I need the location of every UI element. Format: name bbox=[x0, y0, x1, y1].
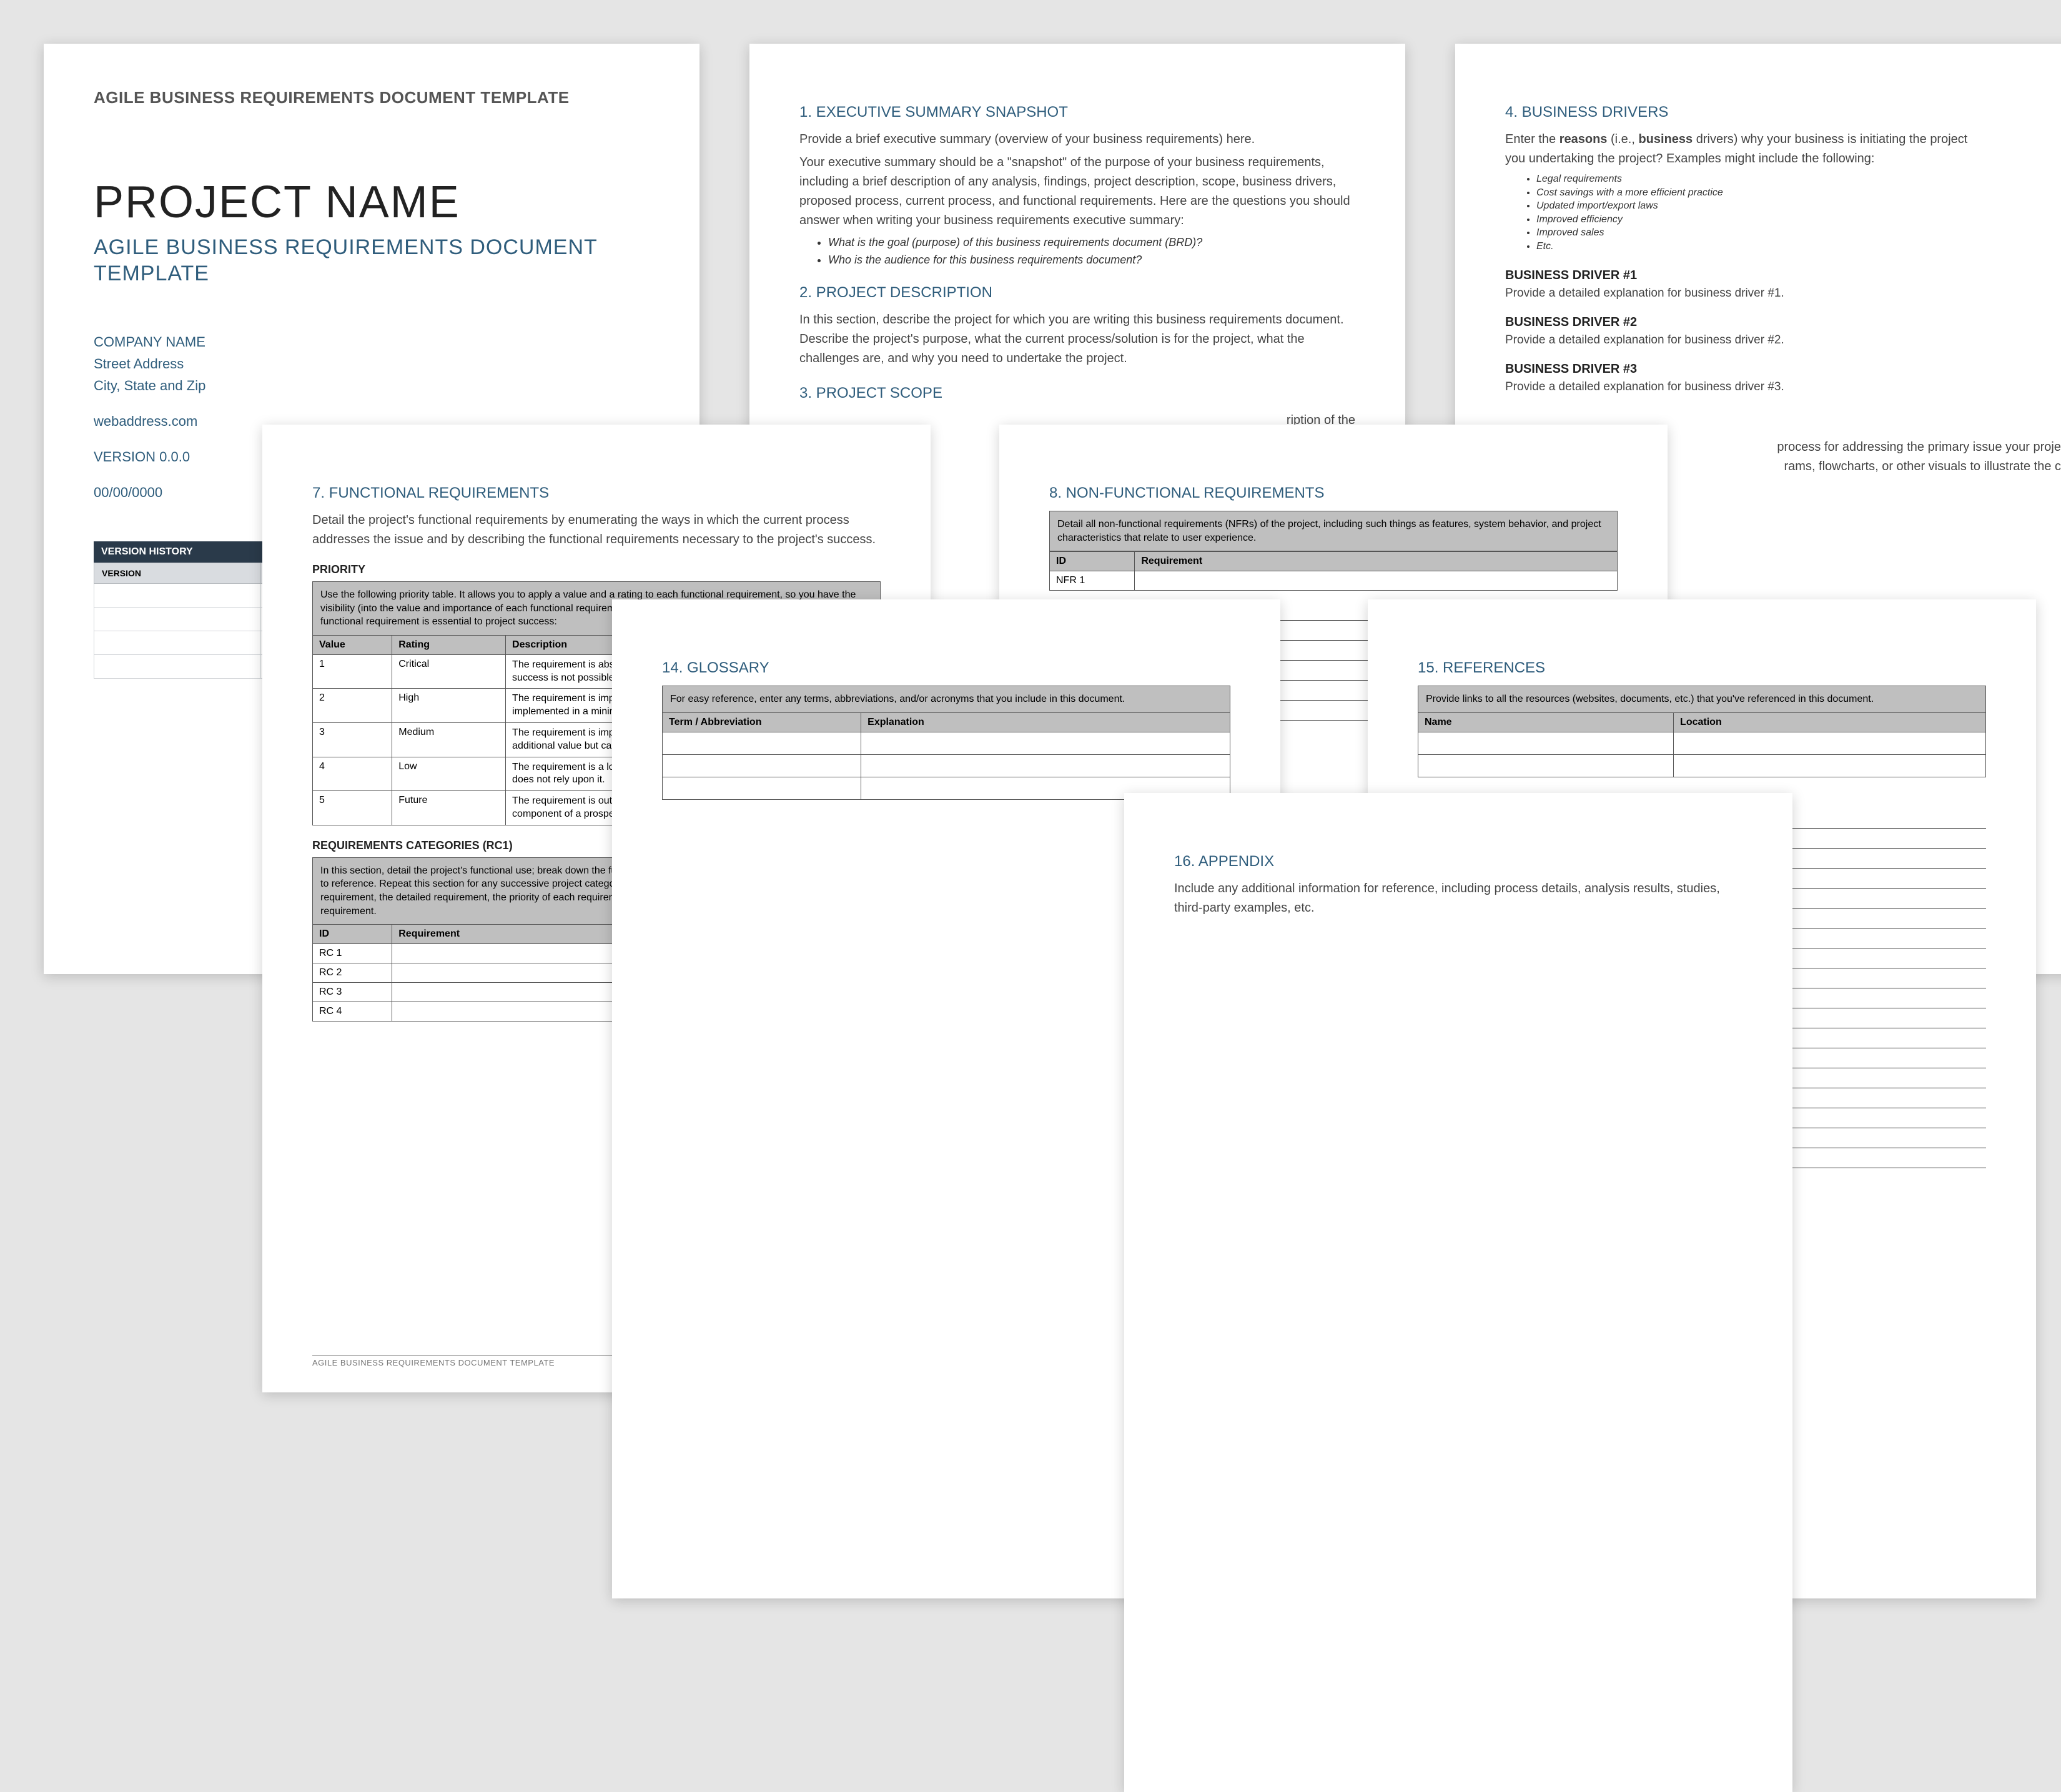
instruction-box: Detail all non-functional requirements (… bbox=[1049, 511, 1618, 551]
th-term: Term / Abbreviation bbox=[663, 712, 861, 732]
body-text: Provide a brief executive summary (overv… bbox=[799, 130, 1355, 149]
subsection-heading: PRIORITY bbox=[312, 563, 881, 576]
section-heading: 2. PROJECT DESCRIPTION bbox=[799, 284, 1355, 302]
list-item: Legal requirements bbox=[1536, 172, 2061, 186]
section-heading: 1. EXECUTIVE SUMMARY SNAPSHOT bbox=[799, 104, 1355, 121]
th-version: VERSION bbox=[94, 563, 261, 583]
th-requirement: Requirement bbox=[1135, 552, 1618, 571]
list-item: Etc. bbox=[1536, 240, 2061, 254]
list-item: What is the goal (purpose) of this busin… bbox=[828, 234, 1355, 250]
th-id: ID bbox=[1050, 552, 1135, 571]
body-text: In this section, describe the project fo… bbox=[799, 310, 1355, 368]
driver-heading: BUSINESS DRIVER #2 bbox=[1505, 315, 2061, 330]
table-row bbox=[663, 754, 1230, 777]
body-text: Your executive summary should be a "snap… bbox=[799, 153, 1355, 230]
nfr-table: IDRequirement NFR 1 bbox=[1049, 551, 1618, 591]
project-title: PROJECT NAME bbox=[94, 177, 650, 228]
driver-text: Provide a detailed explanation for busin… bbox=[1505, 333, 2061, 347]
th-name: Name bbox=[1418, 712, 1674, 732]
th-explanation: Explanation bbox=[861, 712, 1230, 732]
references-table: NameLocation bbox=[1418, 712, 1986, 777]
company-name: COMPANY NAME bbox=[94, 331, 650, 353]
body-text: Include any additional information for r… bbox=[1174, 879, 1742, 918]
city-state-zip: City, State and Zip bbox=[94, 375, 650, 396]
section-heading: 16. APPENDIX bbox=[1174, 853, 1742, 870]
driver-text: Provide a detailed explanation for busin… bbox=[1505, 380, 2061, 394]
doc-type-label: AGILE BUSINESS REQUIREMENTS DOCUMENT TEM… bbox=[94, 87, 650, 108]
driver-heading: BUSINESS DRIVER #3 bbox=[1505, 362, 2061, 377]
driver-heading: BUSINESS DRIVER #1 bbox=[1505, 268, 2061, 283]
section-heading: 15. REFERENCES bbox=[1418, 659, 1986, 677]
list-item: Who is the audience for this business re… bbox=[828, 252, 1355, 268]
table-row: NFR 1 bbox=[1050, 571, 1618, 591]
th-location: Location bbox=[1674, 712, 1986, 732]
th-rating: Rating bbox=[392, 635, 506, 654]
list-item: Improved sales bbox=[1536, 226, 2061, 240]
th-value: Value bbox=[313, 635, 392, 654]
doc-subtitle: AGILE BUSINESS REQUIREMENTS DOCUMENT TEM… bbox=[94, 234, 650, 287]
body-text: you undertaking the project? Examples mi… bbox=[1505, 149, 2061, 169]
page-appendix: 16. APPENDIX Include any additional info… bbox=[1124, 793, 1792, 1792]
instruction-box: For easy reference, enter any terms, abb… bbox=[662, 686, 1230, 712]
driver-text: Provide a detailed explanation for busin… bbox=[1505, 287, 2061, 300]
list-item: Updated import/export laws bbox=[1536, 199, 2061, 213]
body-text: Detail the project's functional requirem… bbox=[312, 511, 881, 549]
th-id: ID bbox=[313, 925, 392, 944]
section-heading: 3. PROJECT SCOPE bbox=[799, 385, 1355, 402]
section-heading: 14. GLOSSARY bbox=[662, 659, 1230, 677]
table-row bbox=[1418, 754, 1986, 777]
glossary-table: Term / AbbreviationExplanation bbox=[662, 712, 1230, 800]
street-address: Street Address bbox=[94, 353, 650, 375]
body-text: Enter the reasons (i.e., business driver… bbox=[1505, 130, 2061, 149]
list-item: Cost savings with a more efficient pract… bbox=[1536, 186, 2061, 200]
section-heading: 4. BUSINESS DRIVERS bbox=[1505, 104, 2061, 121]
bullet-list: What is the goal (purpose) of this busin… bbox=[828, 234, 1355, 268]
table-row bbox=[663, 732, 1230, 754]
section-heading: 7. FUNCTIONAL REQUIREMENTS bbox=[312, 485, 881, 502]
list-item: Improved efficiency bbox=[1536, 213, 2061, 227]
section-heading: 8. NON-FUNCTIONAL REQUIREMENTS bbox=[1049, 485, 1618, 502]
instruction-box: Provide links to all the resources (webs… bbox=[1418, 686, 1986, 712]
examples-list: Legal requirements Cost savings with a m… bbox=[1536, 172, 2061, 254]
table-row bbox=[1418, 732, 1986, 754]
